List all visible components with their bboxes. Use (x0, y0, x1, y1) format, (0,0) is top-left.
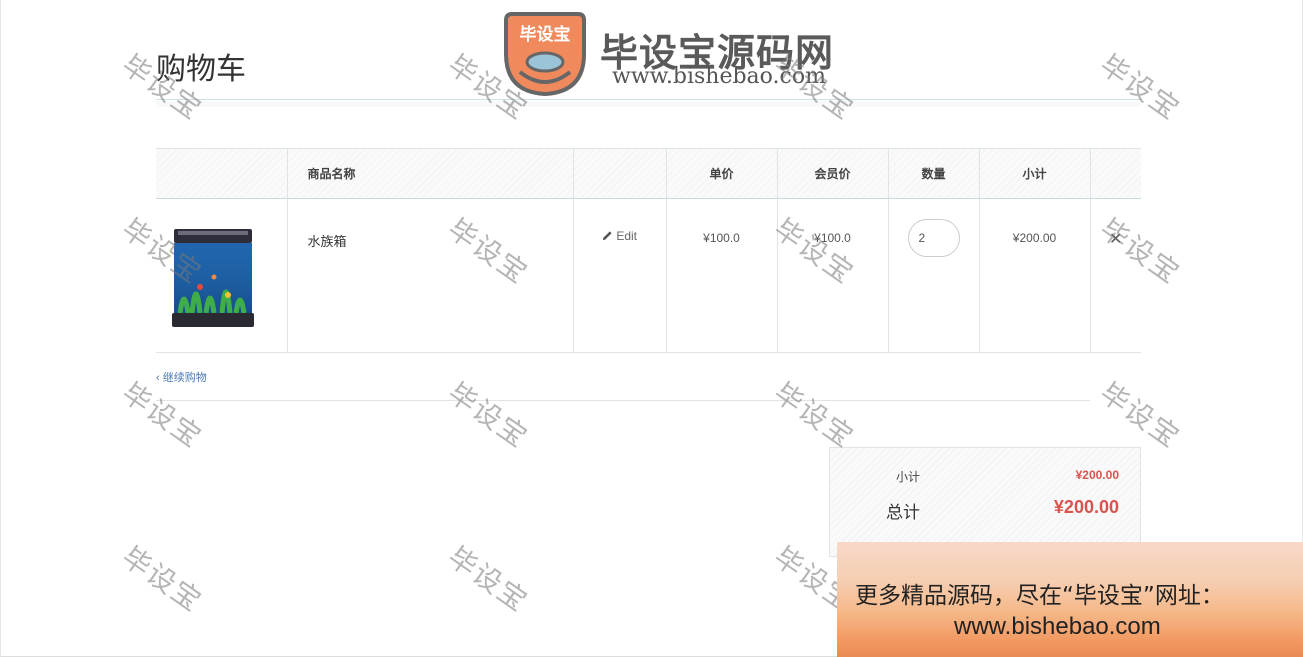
banner-text: 更多精品源码，尽在“毕设宝”网址： (855, 583, 1224, 609)
aquarium-product-image[interactable] (170, 225, 256, 331)
subtotal-label: 小计 (896, 470, 921, 484)
continue-shopping-link[interactable]: ‹ 继续购物 (156, 369, 207, 385)
product-name[interactable]: 水族箱 (286, 198, 573, 353)
table-header-row: 商品名称 单价 会员价 数量 小计 (156, 148, 1141, 199)
logo-badge-text: 毕设宝 (520, 24, 571, 45)
total-label: 总计 (886, 503, 920, 522)
remove-item-button[interactable]: ✕ (1089, 198, 1141, 353)
chevron-left-icon: ‹ (156, 372, 160, 384)
subtotal-value: ¥200.00 (1075, 468, 1119, 482)
member-price: ¥100.0 (776, 198, 888, 353)
header-edit (572, 148, 666, 199)
continue-divider (156, 400, 1090, 401)
page-title: 购物车 (156, 52, 246, 87)
unit-price: ¥100.0 (665, 198, 777, 353)
banner-url: www.bishebao.com (954, 613, 1161, 640)
total-value: ¥200.00 (1053, 497, 1119, 517)
promo-banner[interactable]: 更多精品源码，尽在“毕设宝”网址： www.bishebao.com (837, 542, 1303, 657)
table-row: 水族箱 Edit ¥100.0 ¥100.0 ¥200.00 ✕ (156, 198, 1141, 353)
title-divider (156, 99, 1141, 100)
header-price: 单价 (665, 148, 777, 199)
header-quantity: 数量 (887, 148, 979, 199)
edit-button[interactable]: Edit (572, 198, 666, 353)
header-member-price: 会员价 (776, 148, 888, 199)
product-image-cell (156, 198, 287, 353)
header-remove (1089, 148, 1141, 199)
quantity-cell (887, 198, 979, 353)
site-logo[interactable]: 毕设宝 毕设宝源码网 www.bishebao.com (494, 8, 884, 108)
logo-url: www.bishebao.com (612, 64, 826, 89)
title-divider-shade (156, 101, 1141, 107)
logo-badge-icon: 毕设宝 (504, 12, 586, 97)
header-subtotal: 小计 (978, 148, 1090, 199)
header-product-name: 商品名称 (286, 148, 573, 199)
close-icon: ✕ (1109, 231, 1123, 248)
continue-shopping-label: 继续购物 (162, 372, 207, 384)
row-subtotal: ¥200.00 (978, 198, 1090, 353)
quantity-input[interactable] (907, 219, 960, 257)
cart-table: 商品名称 单价 会员价 数量 小计 水族箱 Edit ¥100.0 ¥100.0… (156, 148, 1141, 353)
edit-label: Edit (616, 229, 638, 243)
header-image (156, 148, 287, 199)
pencil-icon (602, 231, 612, 241)
cart-totals: 小计 ¥200.00 总计 ¥200.00 (829, 447, 1141, 557)
